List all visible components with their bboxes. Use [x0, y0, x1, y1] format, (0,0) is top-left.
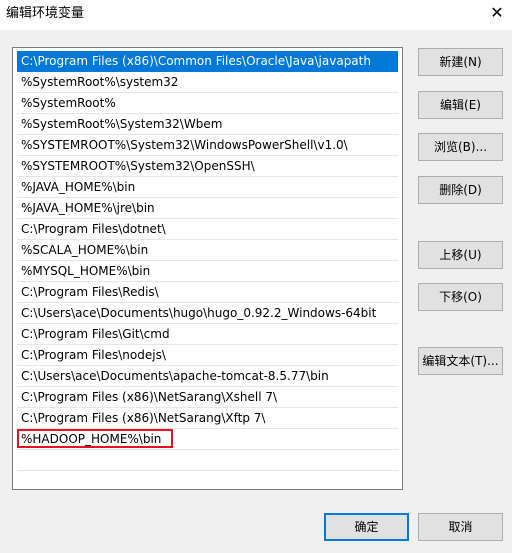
path-list-box[interactable]: C:\Program Files (x86)\Common Files\Orac…: [12, 47, 403, 490]
path-item-18-highlighted[interactable]: %HADOOP_HOME%\bin: [17, 429, 398, 450]
path-item-12[interactable]: C:\Users\ace\Documents\hugo\hugo_0.92.2_…: [17, 303, 398, 324]
move-down-button[interactable]: 下移(O): [418, 283, 503, 311]
path-item-8[interactable]: C:\Program Files\dotnet\: [17, 219, 398, 240]
path-item-5[interactable]: %SYSTEMROOT%\System32\OpenSSH\: [17, 156, 398, 177]
new-button[interactable]: 新建(N): [418, 48, 503, 76]
path-item-4[interactable]: %SYSTEMROOT%\System32\WindowsPowerShell\…: [17, 135, 398, 156]
browse-button[interactable]: 浏览(B)...: [418, 133, 503, 161]
path-item-2[interactable]: %SystemRoot%: [17, 93, 398, 114]
delete-button[interactable]: 删除(D): [418, 176, 503, 204]
path-item-15[interactable]: C:\Users\ace\Documents\apache-tomcat-8.5…: [17, 366, 398, 387]
path-item-14[interactable]: C:\Program Files\nodejs\: [17, 345, 398, 366]
path-item-0[interactable]: C:\Program Files (x86)\Common Files\Orac…: [17, 51, 398, 72]
path-item-13[interactable]: C:\Program Files\Git\cmd: [17, 324, 398, 345]
path-item-6[interactable]: %JAVA_HOME%\bin: [17, 177, 398, 198]
window-title: 编辑环境变量: [6, 6, 85, 21]
path-item-7[interactable]: %JAVA_HOME%\jre\bin: [17, 198, 398, 219]
path-item-1[interactable]: %SystemRoot%\system32: [17, 72, 398, 93]
path-item-3[interactable]: %SystemRoot%\System32\Wbem: [17, 114, 398, 135]
path-item-10[interactable]: %MYSQL_HOME%\bin: [17, 261, 398, 282]
edit-text-button[interactable]: 编辑文本(T)...: [418, 347, 503, 375]
path-item-9[interactable]: %SCALA_HOME%\bin: [17, 240, 398, 261]
close-icon[interactable]: ✕: [482, 0, 512, 26]
path-list: C:\Program Files (x86)\Common Files\Orac…: [13, 51, 402, 471]
cancel-button[interactable]: 取消: [418, 513, 503, 541]
edit-button[interactable]: 编辑(E): [418, 91, 503, 119]
edit-env-var-dialog: 编辑环境变量 ✕ C:\Program Files (x86)\Common F…: [0, 0, 512, 553]
move-up-button[interactable]: 上移(U): [418, 241, 503, 269]
empty-row: [17, 450, 398, 471]
ok-button[interactable]: 确定: [324, 513, 409, 541]
path-item-17[interactable]: C:\Program Files (x86)\NetSarang\Xftp 7\: [17, 408, 398, 429]
title-bar: 编辑环境变量 ✕: [0, 0, 512, 30]
path-item-11[interactable]: C:\Program Files\Redis\: [17, 282, 398, 303]
path-item-16[interactable]: C:\Program Files (x86)\NetSarang\Xshell …: [17, 387, 398, 408]
